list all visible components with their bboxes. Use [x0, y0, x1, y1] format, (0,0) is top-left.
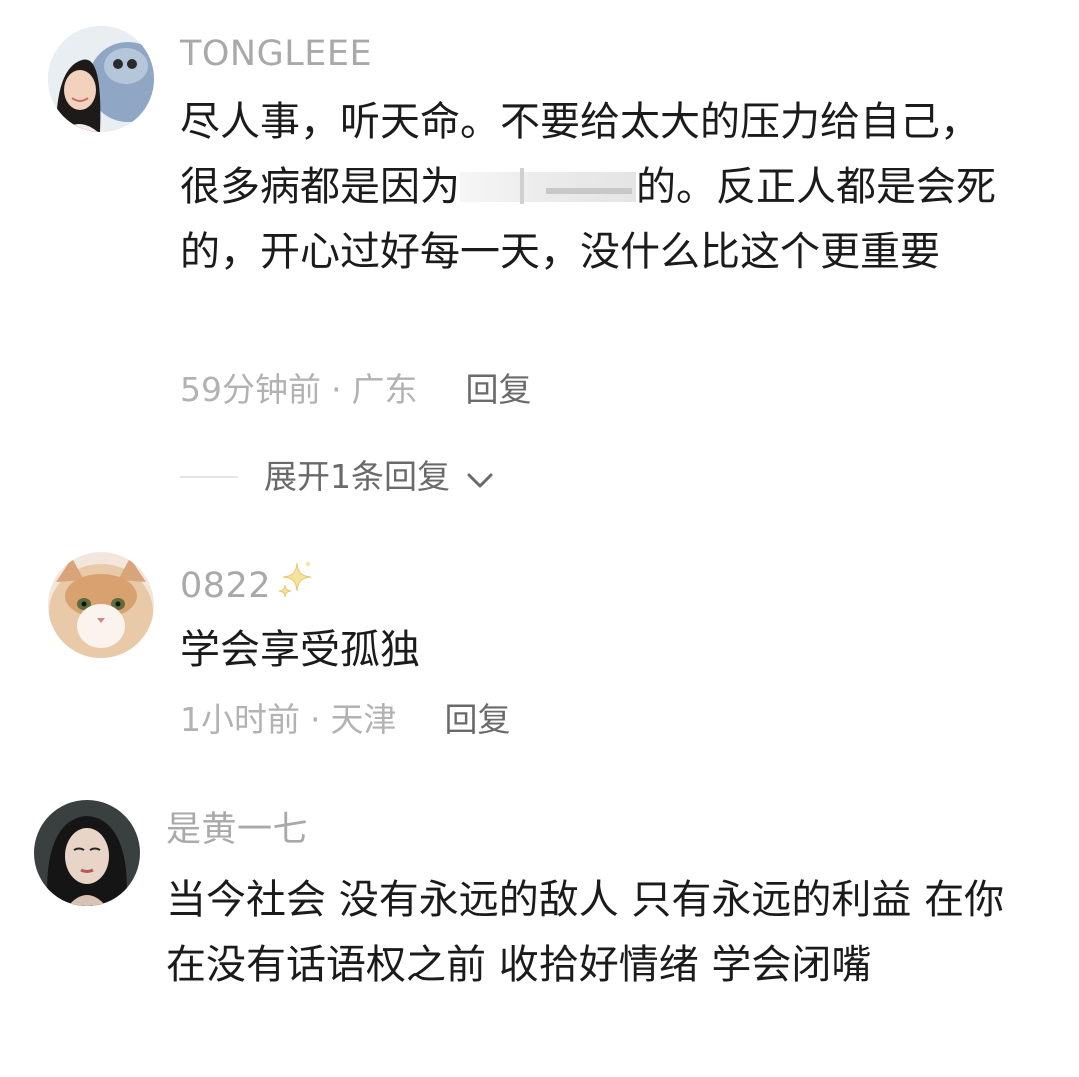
avatar[interactable] [34, 800, 140, 906]
divider [180, 476, 238, 478]
comment-item: TONGLEEE 尽人事，听天命。不要给太大的压力给自己，很多病都是因为 的。反… [0, 0, 1079, 520]
comment-location: 广东 [351, 370, 418, 409]
comment-text: 尽人事，听天命。不要给太大的压力给自己，很多病都是因为 的。反正人都是会死的，开… [180, 90, 1000, 285]
username-text: 0822 [180, 566, 272, 606]
comment-meta: 59分钟前 · 广东 回复 [180, 368, 532, 412]
separator: · [310, 700, 321, 739]
sparkle-icon [277, 559, 315, 610]
comment-username[interactable]: 是黄一七 [166, 808, 308, 852]
comment-text: 学会享受孤独 [180, 627, 420, 673]
comment-username[interactable]: 0822 [180, 559, 315, 610]
comment-time: 1小时前 [180, 700, 300, 739]
separator: · [331, 370, 342, 409]
comment-item: 是黄一七 当今社会 没有永远的敌人 只有永远的利益 在你在没有话语权之前 收拾好… [0, 790, 1079, 1077]
comment-username[interactable]: TONGLEEE [180, 32, 372, 76]
comment-meta: 1小时前 · 天津 回复 [180, 698, 511, 742]
reply-button[interactable]: 回复 [445, 700, 511, 739]
comment-item: 0822 学会享受孤独 1小时前 · 天津 回复 [0, 540, 1079, 760]
reply-button[interactable]: 回复 [466, 370, 532, 409]
comment-location: 天津 [330, 700, 397, 739]
avatar[interactable] [48, 552, 154, 658]
expand-replies-button[interactable]: 展开1条回复 [264, 455, 493, 501]
comment-time: 59分钟前 [180, 370, 321, 409]
redacted-mask [460, 161, 636, 204]
avatar[interactable] [48, 26, 154, 132]
expand-replies-label: 展开1条回复 [264, 457, 450, 496]
chevron-down-icon [467, 457, 493, 501]
comment-text: 当今社会 没有永远的敌人 只有永远的利益 在你在没有话语权之前 收拾好情绪 学会… [166, 877, 1005, 988]
